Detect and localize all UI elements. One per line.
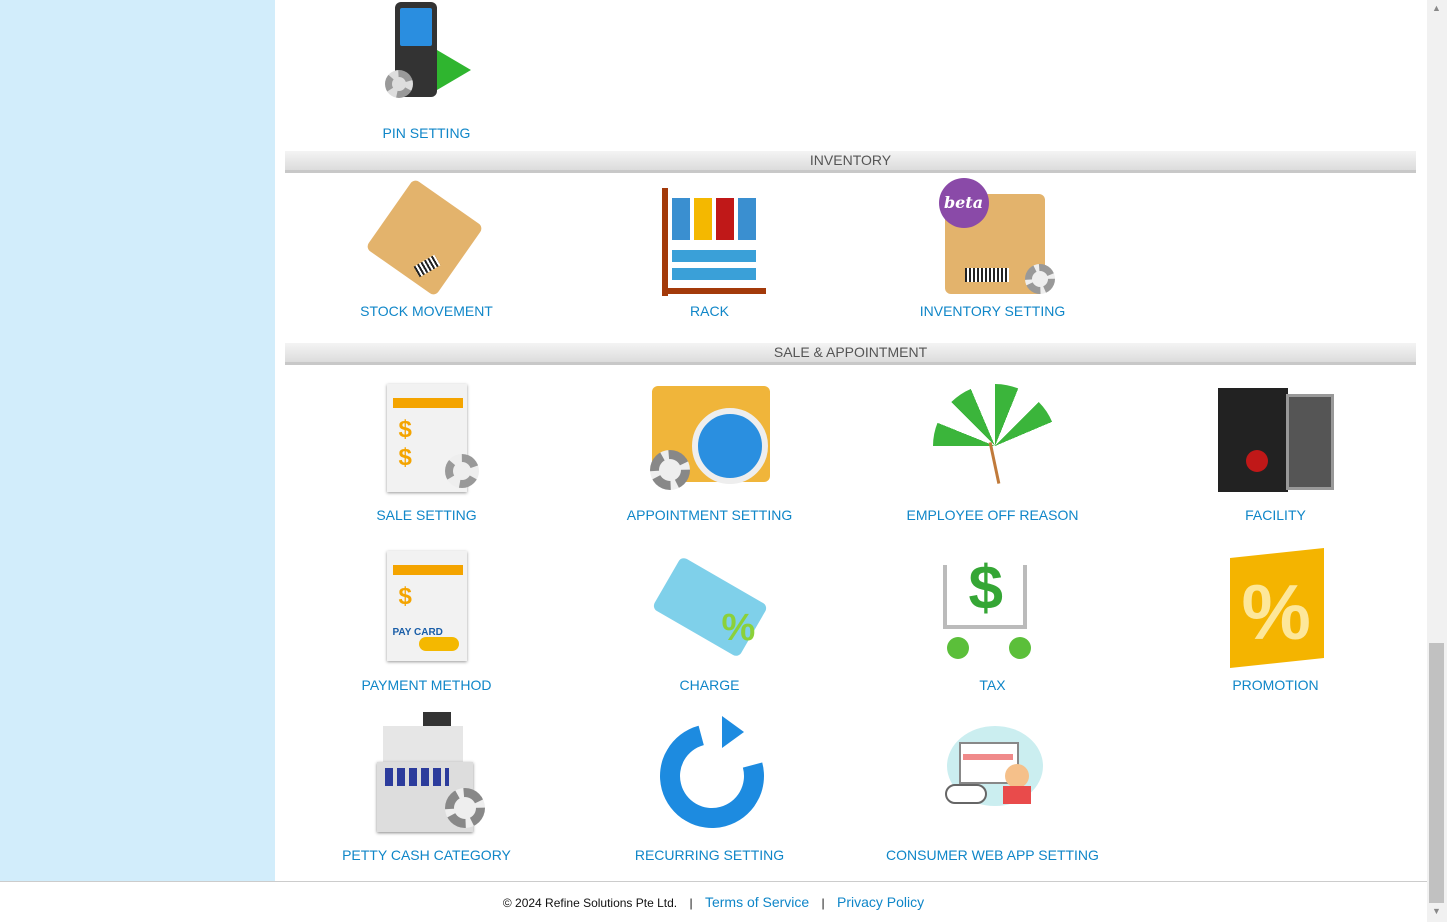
beta-package-gear-icon: beta	[933, 178, 1055, 295]
tile-facility[interactable]: FACILITY	[1134, 380, 1417, 523]
percent-bag-icon: %	[1216, 547, 1336, 669]
folder-clock-icon	[649, 380, 770, 499]
tile-label: RECURRING SETTING	[634, 847, 785, 863]
separator: |	[821, 896, 825, 910]
web-app-user-icon	[933, 712, 1053, 839]
cash-register-gear-icon	[367, 712, 487, 839]
tile-label: FACILITY	[1245, 507, 1306, 523]
scrollbar-thumb[interactable]	[1429, 643, 1444, 903]
tile-label: APPOINTMENT SETTING	[626, 507, 793, 523]
tile-label: RACK	[690, 303, 729, 319]
tile-label: PIN SETTING	[382, 125, 471, 141]
tile-consumer-web-app-setting[interactable]: CONSUMER WEB APP SETTING	[851, 712, 1134, 863]
tile-sale-setting[interactable]: $ $ SALE SETTING	[285, 380, 568, 523]
tile-label: CONSUMER WEB APP SETTING	[886, 847, 1099, 863]
sale-document-gear-icon: $ $	[367, 380, 487, 499]
tile-pin-setting[interactable]: PIN SETTING	[285, 0, 568, 141]
tile-label: CHARGE	[679, 677, 740, 693]
refresh-arrow-icon	[640, 704, 783, 848]
tile-stock-movement[interactable]: STOCK MOVEMENT	[285, 178, 568, 319]
scroll-down-arrow-icon[interactable]: ▼	[1432, 906, 1441, 916]
privacy-policy-link[interactable]: Privacy Policy	[837, 894, 924, 910]
pay-card-document-icon: $ PAY CARD	[367, 547, 487, 669]
tile-label: PETTY CASH CATEGORY	[342, 847, 511, 863]
tile-charge[interactable]: % CHARGE	[568, 547, 851, 693]
tile-inventory-setting[interactable]: beta INVENTORY SETTING	[851, 178, 1134, 319]
package-icon	[364, 178, 487, 297]
phone-gear-icon	[367, 0, 487, 110]
tile-promotion[interactable]: % PROMOTION	[1134, 547, 1417, 693]
tile-appointment-setting[interactable]: APPOINTMENT SETTING	[568, 380, 851, 523]
money-percent-icon: %	[650, 547, 770, 669]
tile-petty-cash-category[interactable]: PETTY CASH CATEGORY	[285, 712, 568, 863]
section-header-inventory: INVENTORY	[285, 151, 1416, 173]
settings-grid: PIN SETTING INVENTORY STOCK MOVEMENT RAC…	[285, 0, 1416, 881]
tile-tax[interactable]: $ TAX	[851, 547, 1134, 693]
tile-employee-off-reason[interactable]: EMPLOYEE OFF REASON	[851, 380, 1134, 523]
footer: © 2024 Refine Solutions Pte Ltd. | Terms…	[0, 881, 1427, 922]
tile-label: STOCK MOVEMENT	[360, 303, 493, 319]
scroll-up-arrow-icon[interactable]: ▲	[1432, 3, 1441, 13]
sidebar	[0, 0, 275, 881]
tile-label: SALE SETTING	[376, 507, 477, 523]
separator: |	[689, 896, 693, 910]
scrollbar[interactable]: ▲ ▼	[1427, 0, 1447, 922]
terms-of-service-link[interactable]: Terms of Service	[705, 894, 809, 910]
copyright: © 2024 Refine Solutions Pte Ltd.	[502, 896, 678, 910]
tile-rack[interactable]: RACK	[568, 180, 851, 319]
tile-label: PAYMENT METHOD	[361, 677, 492, 693]
tile-payment-method[interactable]: $ PAY CARD PAYMENT METHOD	[285, 547, 568, 693]
locker-icon	[1216, 380, 1336, 499]
umbrella-icon	[932, 380, 1057, 499]
tile-label: INVENTORY SETTING	[919, 303, 1066, 319]
tile-label: TAX	[979, 677, 1006, 693]
tile-recurring-setting[interactable]: RECURRING SETTING	[568, 704, 851, 863]
cart-dollar-icon: $	[933, 547, 1053, 669]
section-header-sale-appointment: SALE & APPOINTMENT	[285, 343, 1416, 365]
tile-label: EMPLOYEE OFF REASON	[906, 507, 1079, 523]
tile-label: PROMOTION	[1232, 677, 1319, 693]
rack-icon	[650, 180, 770, 296]
